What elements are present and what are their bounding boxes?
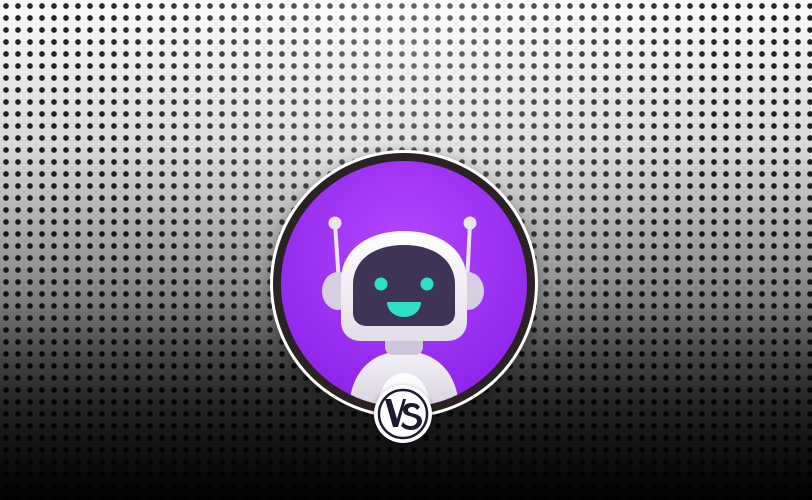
versus-badge [374,385,432,443]
versus-icon [377,388,429,440]
robot-icon [281,161,527,407]
avatar-circle [281,161,527,407]
robot-avatar [270,150,538,418]
